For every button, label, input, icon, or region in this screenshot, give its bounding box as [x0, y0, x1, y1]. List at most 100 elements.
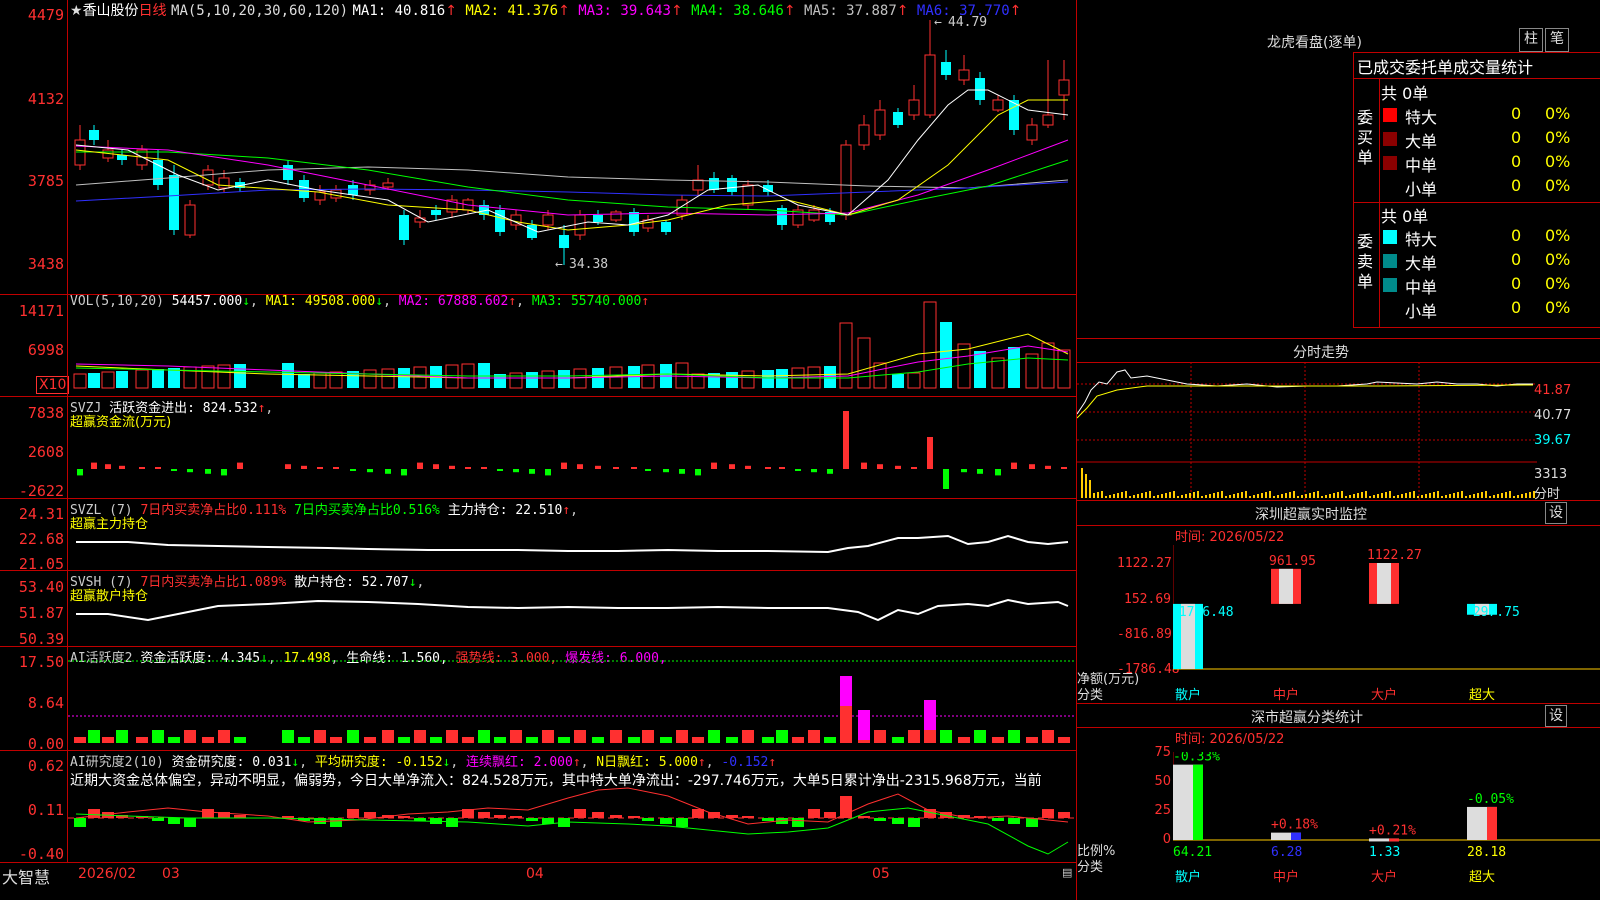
- activity-bar: [494, 737, 506, 743]
- volume-bar: [762, 370, 774, 388]
- fund-flow-chart[interactable]: [68, 396, 1076, 498]
- intraday-volume-bar: [1213, 493, 1215, 498]
- intraday-volume-bar: [1157, 495, 1159, 498]
- sz-settings-button[interactable]: 设: [1545, 502, 1567, 524]
- fund-flow-bar: [645, 469, 651, 471]
- date-axis-label: 2026/02: [78, 866, 137, 882]
- sc-ratio-value: 28.18: [1467, 845, 1506, 860]
- research-bar: [992, 818, 1004, 821]
- intraday-axis-label: 39.67: [1534, 433, 1572, 448]
- fund-flow-bar: [285, 464, 291, 469]
- intraday-volume-bar: [1209, 494, 1211, 498]
- sc-category-label: 大户: [1371, 870, 1398, 885]
- price-axis-label: 3785: [27, 172, 64, 190]
- research-bar: [660, 818, 672, 824]
- intraday-volume-bar: [1145, 492, 1147, 498]
- candle-body: [89, 130, 99, 140]
- research-bar: [1042, 809, 1054, 818]
- intraday-volume-bar: [1481, 492, 1483, 498]
- order-pct: 0%: [1545, 298, 1571, 317]
- main-chart-area[interactable]: ★香山股份日线 MA(5,10,20,30,60,120) MA1: 40.81…: [0, 0, 1076, 900]
- fund-flow-bar: [417, 462, 423, 469]
- candle-body: [629, 212, 639, 232]
- order-type-label: 特大: [1405, 108, 1438, 127]
- sc-ratio-bar: [1173, 764, 1203, 840]
- fund-flow-bar: [301, 465, 307, 469]
- fund-flow-bar: [631, 467, 637, 469]
- volume-bar: [974, 351, 986, 388]
- research-bar: [398, 816, 410, 818]
- research-bar: [494, 815, 506, 818]
- tick-mode-button[interactable]: 笔: [1545, 28, 1569, 52]
- fund-flow-bar: [679, 469, 685, 474]
- sc-settings-button[interactable]: 设: [1545, 705, 1567, 727]
- volume-bar: [73, 373, 87, 389]
- retail-position-chart[interactable]: [68, 570, 1076, 646]
- volume-bar: [957, 343, 971, 389]
- sc-ratio-value: 64.21: [1173, 845, 1212, 860]
- activity-bar: [478, 730, 490, 743]
- intraday-volume-bar: [1509, 491, 1511, 498]
- volume-bar: [741, 370, 755, 389]
- sz-net-bar: [1271, 568, 1301, 604]
- intraday-chart[interactable]: [1077, 362, 1537, 500]
- volume-bar: [234, 364, 246, 388]
- fund-flow-bar: [545, 469, 551, 476]
- order-row: 特大 0 0%: [1379, 104, 1600, 128]
- order-count: 0: [1511, 176, 1522, 195]
- order-row: 大单 0 0%: [1379, 250, 1600, 274]
- activity-bar: [462, 737, 474, 743]
- fund-flow-bar: [943, 469, 949, 489]
- sz-net-chart[interactable]: -1786.48 961.95 1122.27 -297.75: [1173, 545, 1600, 685]
- ai-activity-chart[interactable]: [68, 646, 1076, 750]
- burst-bar: [858, 710, 870, 740]
- intraday-volume-bar: [1513, 496, 1515, 498]
- bar-mode-button[interactable]: 柱: [1519, 28, 1543, 52]
- main-position-line: [76, 534, 1069, 554]
- intraday-volume-bar: [1425, 494, 1427, 498]
- fund-flow-bar: [1061, 467, 1067, 469]
- fund-flow-bar: [205, 469, 211, 474]
- lock-icon[interactable]: ▤: [1062, 866, 1072, 879]
- activity-bar: [234, 737, 246, 743]
- research-bar: [347, 809, 359, 818]
- intraday-volume-bar: [1285, 493, 1287, 498]
- svzl-axis-label: 22.68: [18, 530, 64, 548]
- fund-flow-bar: [561, 462, 567, 469]
- research-chart[interactable]: [68, 750, 1076, 862]
- intraday-volume-bar: [1501, 493, 1503, 498]
- sc-change-label: +0.18%: [1271, 818, 1318, 833]
- volume-bar: [573, 368, 587, 389]
- intraday-volume-bar: [1129, 496, 1131, 498]
- activity-bar: [958, 737, 970, 743]
- candle-body: [169, 175, 179, 230]
- sz-axis-label: 152.69: [1124, 592, 1171, 607]
- candlestick-chart[interactable]: ← 44.79 ← 34.38: [68, 0, 1076, 294]
- ai-axis-label: 8.64: [27, 694, 64, 712]
- sc-change-label: -0.05%: [1467, 792, 1514, 807]
- research-bar: [742, 816, 754, 818]
- volume-chart[interactable]: [68, 294, 1076, 396]
- sc-ratio-bar: [1271, 832, 1301, 840]
- sc-ratio-value: 1.33: [1369, 845, 1400, 860]
- fund-flow-bar: [1011, 462, 1017, 469]
- research-axis-label: -0.40: [18, 845, 64, 863]
- intraday-volume-bar: [1085, 474, 1087, 498]
- intraday-volume-bar: [1369, 496, 1371, 498]
- activity-bar: [152, 730, 164, 743]
- candle-body: [808, 209, 820, 221]
- intraday-volume-bar: [1489, 496, 1491, 498]
- main-position-chart[interactable]: [68, 498, 1076, 570]
- fund-flow-bar: [139, 467, 145, 469]
- activity-bar: [184, 730, 196, 743]
- candle-body: [330, 189, 342, 199]
- order-type-label: 小单: [1405, 302, 1438, 321]
- fund-flow-bar: [663, 469, 669, 473]
- sc-axis-label: 25: [1154, 803, 1171, 818]
- activity-bar: [330, 737, 342, 743]
- sc-ratio-chart[interactable]: -0.33% 64.21 +0.18% 6.28 +0.21% 1.33 -0.05% 28.…: [1173, 752, 1600, 860]
- price-axis-label: 4132: [27, 90, 64, 108]
- research-bar: [792, 818, 804, 827]
- order-stat-tabs[interactable]: 已成交委托单成交量统计: [1357, 54, 1533, 78]
- intraday-volume-bar: [1349, 495, 1351, 498]
